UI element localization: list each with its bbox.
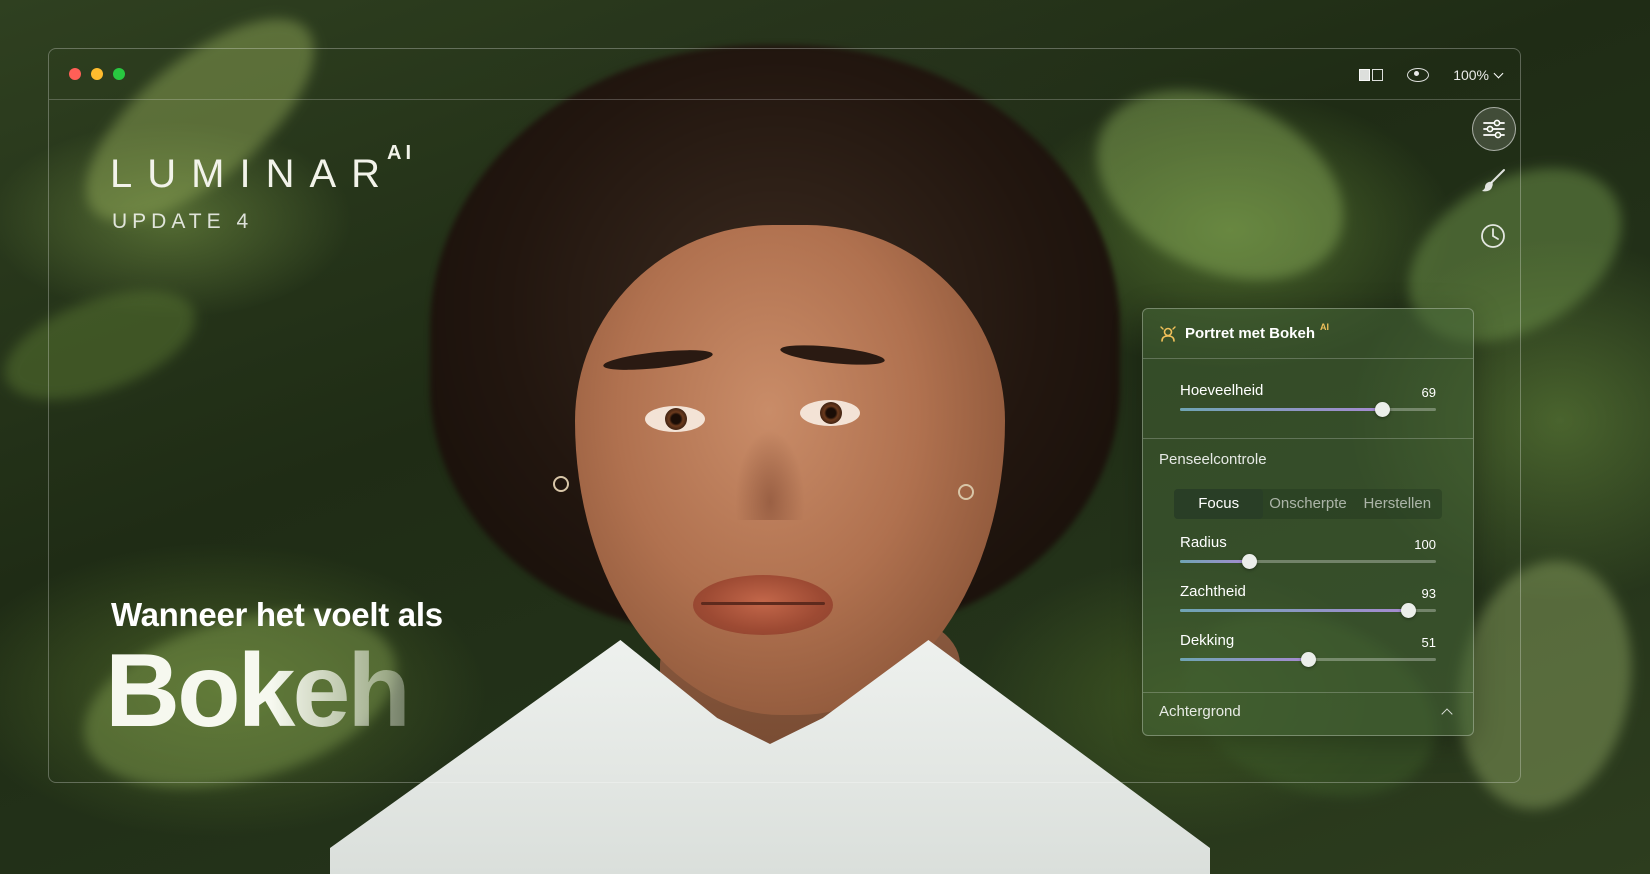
titlebar-controls: 100% (1359, 63, 1504, 87)
radius-knob[interactable] (1242, 554, 1258, 569)
panel-title: Portret met Bokeh (1185, 325, 1316, 342)
softness-track[interactable] (1180, 603, 1436, 618)
tab-focus[interactable]: Focus (1174, 489, 1264, 519)
tagline: Wanneer het voelt als (111, 596, 443, 633)
tool-brush[interactable] (1472, 160, 1514, 202)
radius-value: 100 (1414, 537, 1436, 552)
brush-mode-tabs: Focus Onscherpte Herstellen (1174, 489, 1442, 519)
portrait-person-icon (1160, 325, 1176, 342)
ai-badge: AI (1320, 321, 1330, 332)
radius-fill (1180, 560, 1250, 563)
compare-view-icon[interactable] (1359, 69, 1384, 81)
amount-fill (1180, 408, 1383, 411)
sliders-icon (1483, 119, 1505, 139)
tool-history[interactable] (1472, 215, 1514, 257)
opacity-knob[interactable] (1301, 652, 1316, 667)
amount-value: 69 (1421, 385, 1436, 400)
panel-header[interactable]: Portret met Bokeh AI (1143, 309, 1473, 359)
softness-value: 93 (1421, 586, 1436, 601)
zoom-dropdown[interactable]: 100% (1453, 67, 1504, 83)
radius-label: Radius (1180, 534, 1227, 551)
minimize-window-button[interactable] (91, 68, 103, 80)
history-clock-icon (1481, 224, 1505, 248)
opacity-value: 51 (1421, 635, 1436, 650)
softness-fill (1180, 609, 1408, 612)
ai-superscript: AI (387, 141, 416, 164)
maximize-window-button[interactable] (113, 68, 125, 80)
panel-divider (1143, 438, 1473, 439)
opacity-track[interactable] (1180, 652, 1436, 667)
tab-herstellen[interactable]: Herstellen (1353, 489, 1442, 519)
app-name: LUMINAR (110, 152, 396, 196)
softness-knob[interactable] (1400, 603, 1416, 618)
brush-control-label: Penseelcontrole (1159, 451, 1267, 468)
amount-label: Hoeveelheid (1180, 382, 1264, 399)
tool-edit-sliders[interactable] (1472, 107, 1516, 151)
headline: Bokeh (105, 633, 411, 749)
app-logo-text: LUMINARAI (110, 142, 415, 197)
panel-divider (1143, 692, 1473, 693)
tab-onscherpte[interactable]: Onscherpte (1263, 489, 1352, 519)
chevron-up-icon[interactable] (1441, 708, 1453, 720)
amount-knob[interactable] (1375, 402, 1391, 417)
chevron-down-icon (1493, 68, 1504, 78)
radius-track[interactable] (1180, 554, 1436, 569)
close-window-button[interactable] (69, 68, 81, 80)
portrait-bokeh-panel: Portret met Bokeh AI Hoeveelheid 69 Pens… (1142, 308, 1474, 736)
amount-track[interactable] (1180, 402, 1436, 417)
brush-icon (1482, 169, 1505, 192)
softness-label: Zachtheid (1180, 583, 1246, 600)
opacity-label: Dekking (1180, 632, 1235, 649)
update-label: UPDATE 4 (112, 210, 254, 233)
zoom-value: 100% (1453, 67, 1489, 83)
opacity-fill (1180, 658, 1308, 661)
titlebar: 100% (49, 49, 1520, 100)
background-section-header[interactable]: Achtergrond (1159, 703, 1241, 720)
preview-eye-icon[interactable] (1407, 68, 1430, 82)
